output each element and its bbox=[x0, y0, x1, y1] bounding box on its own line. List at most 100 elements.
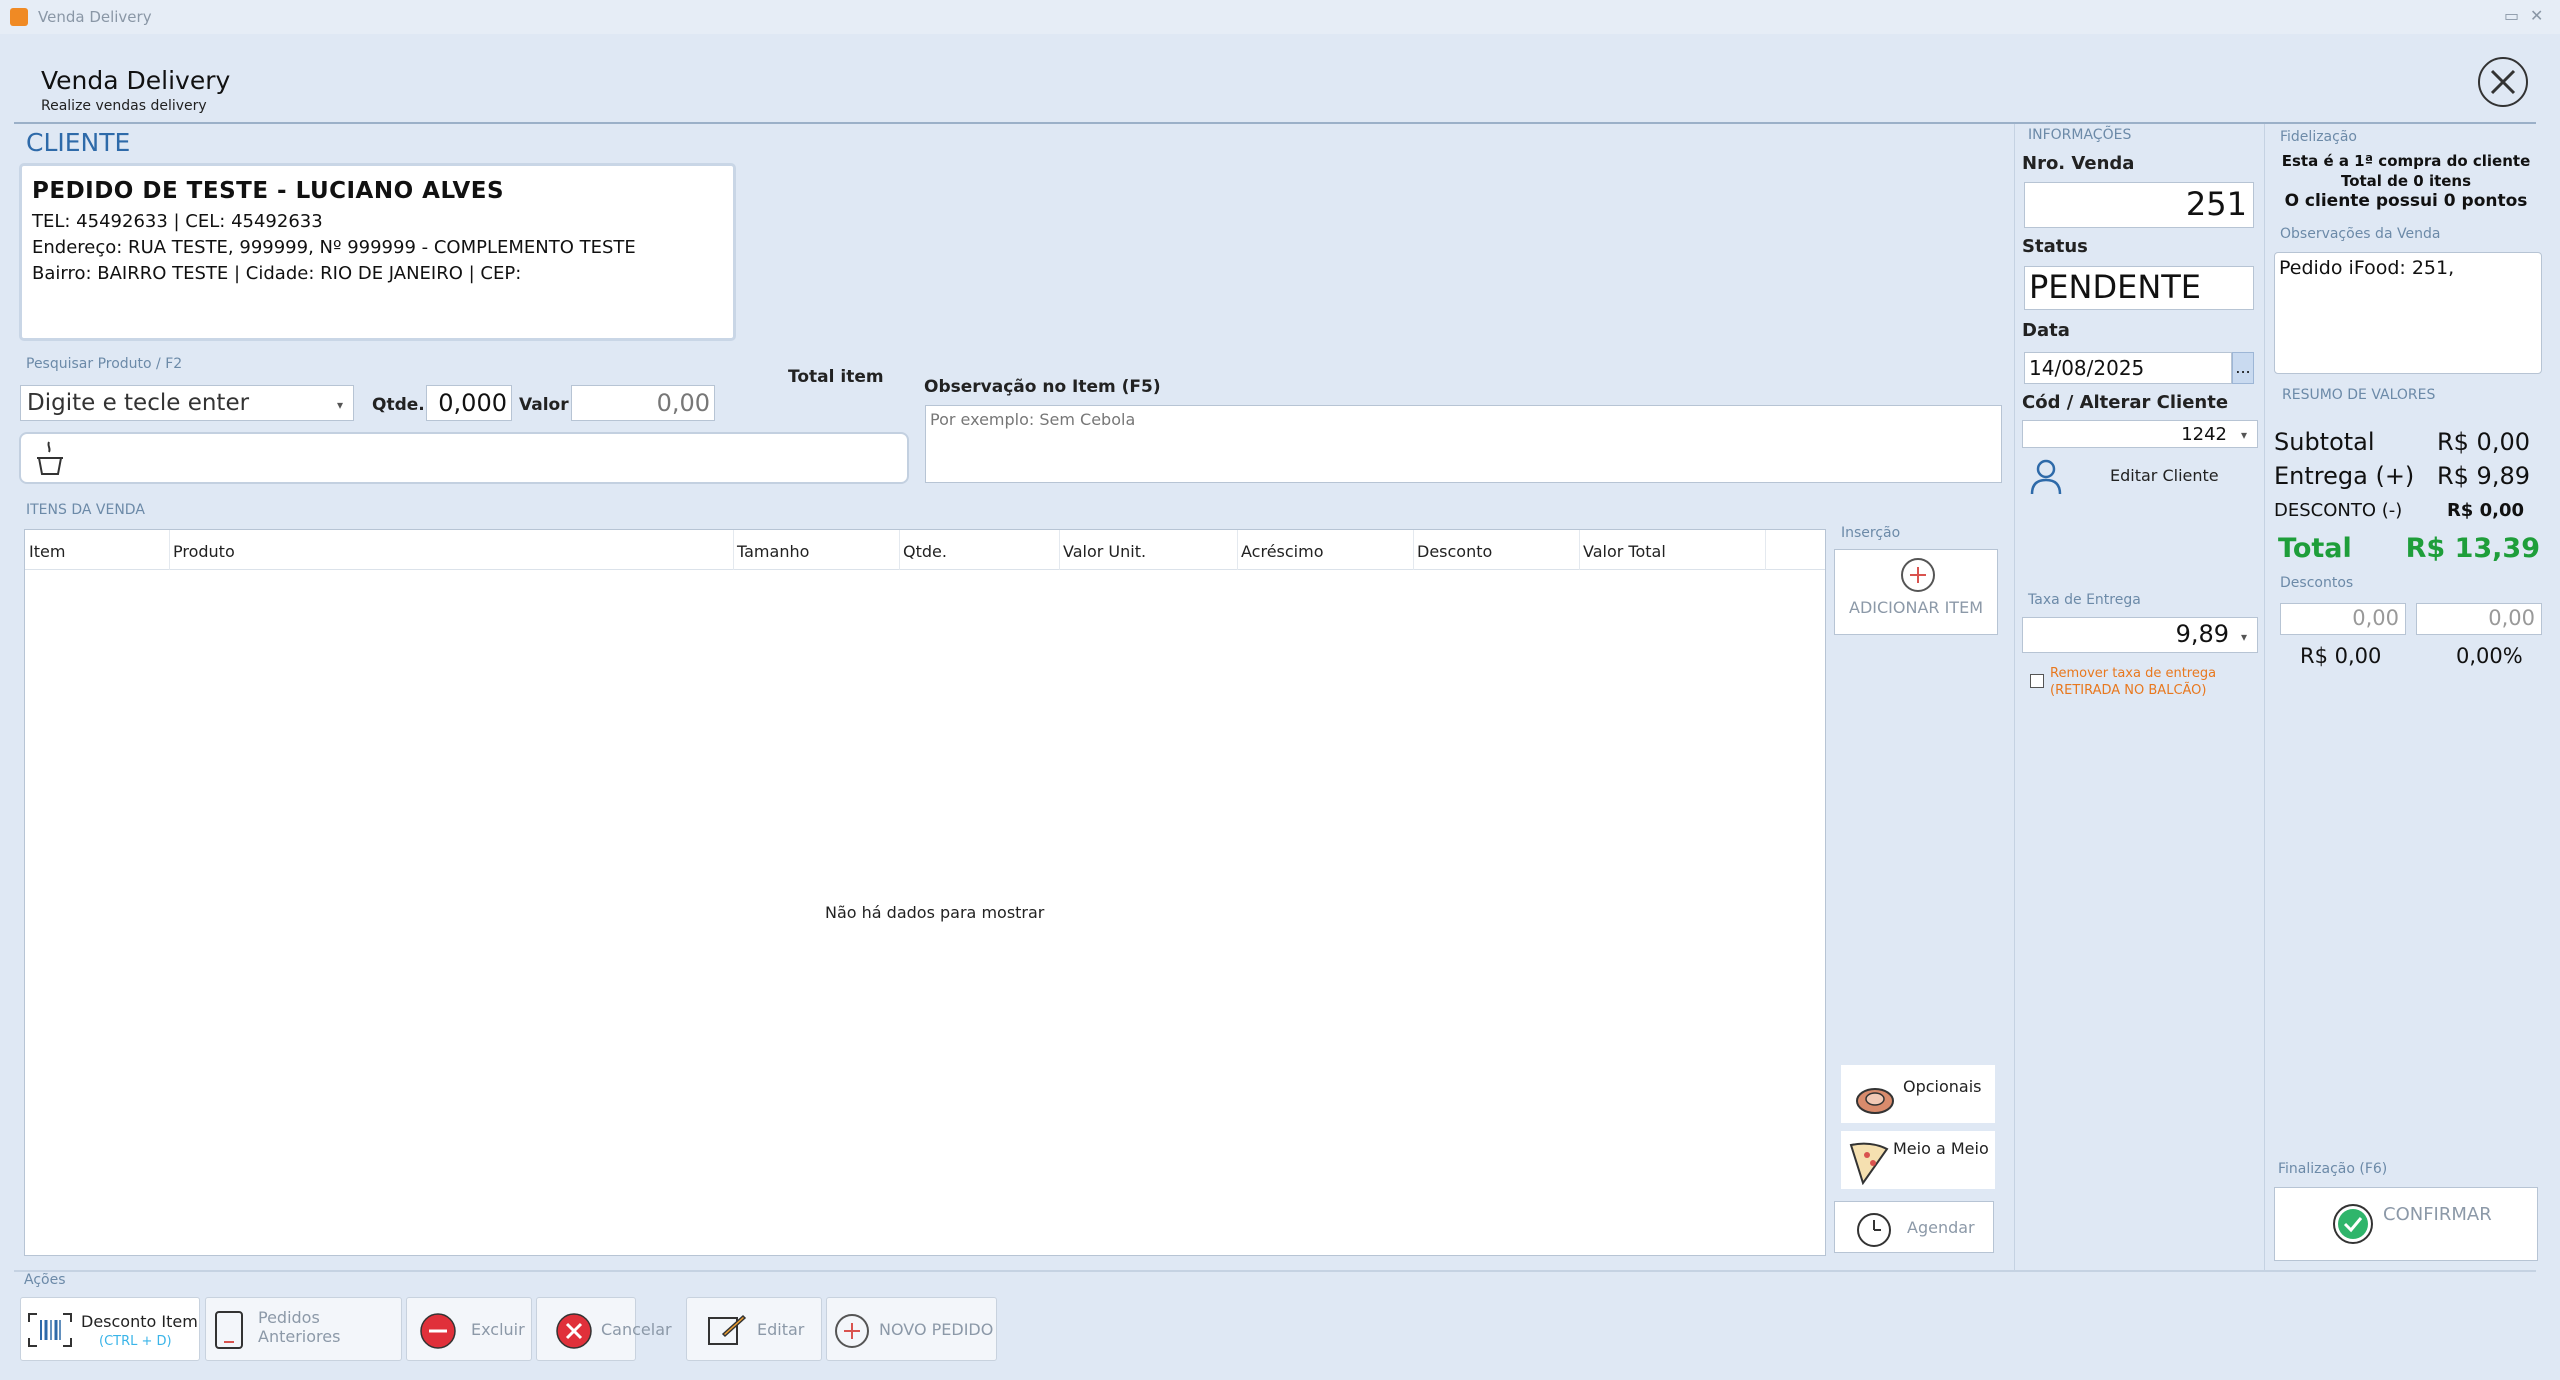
cliente-code-value: 1242 bbox=[2181, 424, 2227, 445]
editar-label: Editar bbox=[757, 1320, 805, 1339]
data-field[interactable]: 14/08/2025 bbox=[2024, 352, 2232, 384]
product-image-panel bbox=[19, 432, 909, 484]
col-valor-unit[interactable]: Valor Unit. bbox=[1063, 542, 1146, 570]
close-button[interactable] bbox=[2478, 57, 2528, 107]
add-item-button[interactable]: ADICIONAR ITEM bbox=[1834, 549, 1998, 635]
novo-pedido-button[interactable]: NOVO PEDIDO bbox=[826, 1297, 997, 1361]
valor-label: Valor bbox=[519, 395, 569, 415]
agendar-button[interactable]: Agendar bbox=[1834, 1201, 1994, 1253]
fidelizacao-line3: O cliente possui 0 pontos bbox=[2284, 191, 2528, 211]
pizza-icon bbox=[1849, 1142, 1889, 1185]
editar-button[interactable]: Editar bbox=[686, 1297, 822, 1361]
product-search-value: Digite e tecle enter bbox=[27, 390, 250, 416]
date-picker-button[interactable]: ... bbox=[2232, 352, 2254, 384]
user-icon bbox=[2030, 459, 2062, 495]
chevron-down-icon[interactable]: ▾ bbox=[2241, 630, 2247, 644]
taxa-select[interactable]: 9,89 ▾ bbox=[2022, 617, 2258, 653]
col-tamanho[interactable]: Tamanho bbox=[737, 542, 809, 570]
meat-icon bbox=[1856, 1088, 1894, 1114]
maximize-icon[interactable]: ▭ bbox=[2504, 6, 2519, 25]
items-section-label: ITENS DA VENDA bbox=[26, 502, 145, 518]
items-table-header: Item Produto Tamanho Qtde. Valor Unit. A… bbox=[25, 530, 1825, 570]
fidelizacao-line2: Total de 0 itens bbox=[2340, 172, 2472, 190]
desconto-valor-input[interactable]: 0,00 bbox=[2280, 603, 2406, 635]
col-separator bbox=[1579, 530, 1580, 570]
header-divider bbox=[14, 122, 2536, 124]
desconto-item-label: Desconto Item bbox=[81, 1312, 198, 1331]
product-search-input[interactable]: Digite e tecle enter ▾ bbox=[20, 385, 354, 421]
qtde-input[interactable]: 0,000 bbox=[426, 385, 512, 421]
entrega-value: R$ 9,89 bbox=[2436, 462, 2530, 490]
cliente-name: PEDIDO DE TESTE - LUCIANO ALVES bbox=[32, 178, 505, 204]
editar-cliente-label: Editar Cliente bbox=[2110, 466, 2219, 485]
col-desconto[interactable]: Desconto bbox=[1417, 542, 1492, 570]
col-acrescimo[interactable]: Acréscimo bbox=[1241, 542, 1323, 570]
col-separator bbox=[733, 530, 734, 570]
desconto-valor-display: R$ 0,00 bbox=[2300, 644, 2382, 668]
status-label: Status bbox=[2022, 236, 2088, 257]
col-item[interactable]: Item bbox=[29, 542, 65, 570]
cliente-code-label: Cód / Alterar Cliente bbox=[2022, 392, 2229, 413]
status-field[interactable]: PENDENTE bbox=[2024, 266, 2254, 310]
cliente-code-select[interactable]: 1242 ▾ bbox=[2022, 420, 2258, 448]
cliente-section-label: CLIENTE bbox=[26, 128, 131, 157]
fidelizacao-panel-divider bbox=[2264, 124, 2265, 1272]
excluir-label: Excluir bbox=[471, 1320, 525, 1339]
tablet-icon bbox=[215, 1311, 243, 1349]
barcode-icon bbox=[28, 1313, 72, 1347]
chevron-down-icon[interactable]: ▾ bbox=[337, 398, 343, 412]
subtotal-label: Subtotal bbox=[2274, 428, 2375, 456]
excluir-button[interactable]: Excluir bbox=[406, 1297, 532, 1361]
items-table[interactable]: Item Produto Tamanho Qtde. Valor Unit. A… bbox=[24, 529, 1826, 1256]
col-valor-total[interactable]: Valor Total bbox=[1583, 542, 1666, 570]
resumo-label: RESUMO DE VALORES bbox=[2282, 387, 2436, 403]
confirmar-label: CONFIRMAR bbox=[2383, 1204, 2492, 1225]
desconto-item-button[interactable]: Desconto Item (CTRL + D) bbox=[20, 1297, 200, 1361]
cancelar-label: Cancelar bbox=[601, 1320, 672, 1339]
cliente-card: PEDIDO DE TESTE - LUCIANO ALVES TEL: 454… bbox=[19, 163, 736, 341]
window-title: Venda Delivery bbox=[38, 8, 152, 26]
fidelizacao-label: Fidelização bbox=[2280, 129, 2357, 145]
novo-pedido-label: NOVO PEDIDO bbox=[879, 1320, 994, 1339]
info-panel-divider bbox=[2014, 124, 2015, 1272]
desconto-percent-display: 0,00% bbox=[2456, 644, 2523, 668]
close-icon bbox=[2490, 69, 2516, 95]
col-separator bbox=[1237, 530, 1238, 570]
cancelar-button[interactable]: Cancelar bbox=[536, 1297, 672, 1361]
obs-item-input[interactable]: Por exemplo: Sem Cebola bbox=[925, 405, 2002, 483]
descontos-label: Descontos bbox=[2280, 575, 2354, 591]
product-bowl-icon bbox=[37, 441, 63, 475]
fidelizacao-line1: Esta é a 1ª compra do cliente bbox=[2281, 152, 2531, 170]
taxa-value: 9,89 bbox=[2175, 620, 2229, 648]
col-produto[interactable]: Produto bbox=[173, 542, 235, 570]
pedidos-anteriores-label: Pedidos Anteriores bbox=[258, 1308, 341, 1346]
info-section-label: INFORMAÇÕES bbox=[2028, 127, 2132, 143]
total-label: Total bbox=[2278, 533, 2352, 564]
agendar-label: Agendar bbox=[1907, 1218, 1975, 1237]
valor-input[interactable]: 0,00 bbox=[571, 385, 715, 421]
remover-taxa-checkbox[interactable] bbox=[2030, 674, 2044, 688]
add-item-label: ADICIONAR ITEM bbox=[1849, 598, 1983, 617]
meio-a-meio-label: Meio a Meio bbox=[1893, 1139, 1989, 1158]
chevron-down-icon[interactable]: ▾ bbox=[2241, 428, 2247, 442]
cancel-circle-icon bbox=[556, 1313, 592, 1349]
desconto-percent-input[interactable]: 0,00 bbox=[2416, 603, 2542, 635]
editar-cliente-button[interactable]: Editar Cliente bbox=[2024, 456, 2254, 496]
nro-venda-field[interactable]: 251 bbox=[2024, 182, 2254, 228]
opcionais-label: Opcionais bbox=[1903, 1077, 1982, 1096]
col-separator bbox=[899, 530, 900, 570]
page-title: Venda Delivery bbox=[41, 66, 231, 95]
opcionais-button[interactable]: Opcionais bbox=[1841, 1065, 1995, 1123]
col-separator bbox=[1413, 530, 1414, 570]
remover-taxa-line1: Remover taxa de entrega bbox=[2050, 666, 2217, 681]
obs-venda-label: Observações da Venda bbox=[2280, 226, 2441, 242]
col-qtde[interactable]: Qtde. bbox=[903, 542, 947, 570]
empty-message: Não há dados para mostrar bbox=[825, 903, 1045, 922]
cliente-address: Endereço: RUA TESTE, 999999, Nº 999999 -… bbox=[32, 237, 636, 258]
nro-venda-label: Nro. Venda bbox=[2022, 153, 2135, 174]
window-close-icon[interactable]: ✕ bbox=[2530, 6, 2543, 25]
confirmar-button[interactable]: CONFIRMAR bbox=[2274, 1187, 2538, 1261]
obs-venda-input[interactable]: Pedido iFood: 251, bbox=[2274, 252, 2542, 374]
meio-a-meio-button[interactable]: Meio a Meio bbox=[1841, 1131, 1995, 1189]
pedidos-anteriores-button[interactable]: Pedidos Anteriores bbox=[205, 1297, 402, 1361]
